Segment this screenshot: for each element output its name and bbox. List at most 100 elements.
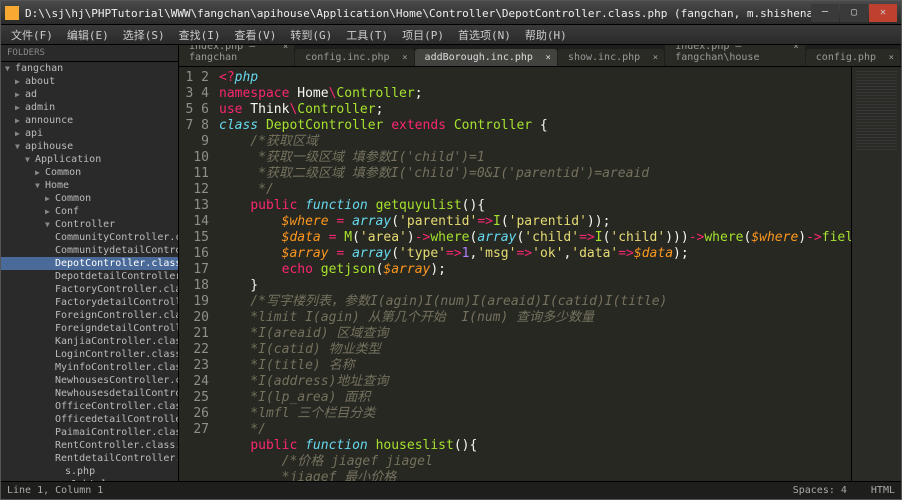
tab-close-icon[interactable]: ×	[889, 53, 894, 63]
tree-item[interactable]: ▶announce	[1, 114, 178, 127]
tree-arrow-icon: ▶	[15, 77, 25, 86]
tree-item[interactable]: ▶ad	[1, 88, 178, 101]
tree-label: CommunitydetailController.class.php	[55, 245, 178, 256]
tree-item[interactable]: ForeigndetailController.class.php	[1, 322, 178, 335]
menu-item[interactable]: 选择(S)	[117, 25, 171, 45]
tab-label: index.php — fangchan\house	[675, 45, 759, 63]
tree-arrow-icon: ▼	[45, 220, 55, 229]
tree-label: announce	[25, 115, 73, 126]
menu-item[interactable]: 项目(P)	[396, 25, 450, 45]
menu-item[interactable]: 编辑(E)	[61, 25, 115, 45]
titlebar: D:\\sj\hj\PHPTutorial\WWW\fangchan\apiho…	[1, 1, 901, 25]
tree-item[interactable]: RentdetailController.class.php	[1, 452, 178, 465]
tree-arrow-icon: ▼	[25, 155, 35, 164]
tree-label: Common	[55, 193, 91, 204]
tree-item[interactable]: ForeignController.class.php	[1, 309, 178, 322]
tree-label: MyinfoController.class.php	[55, 362, 178, 373]
tree-label: DepotdetailController.class.php	[55, 271, 178, 282]
tree-item[interactable]: DepotdetailController.class.php	[1, 270, 178, 283]
tab-label: config.php	[816, 52, 876, 63]
minimap[interactable]	[851, 67, 901, 481]
tree-item[interactable]: CommunityController.class.php	[1, 231, 178, 244]
tree-arrow-icon: ▶	[45, 207, 55, 216]
tree-label: fangchan	[15, 63, 63, 74]
tab-close-icon[interactable]: ×	[283, 45, 288, 52]
menu-item[interactable]: 帮助(H)	[519, 25, 573, 45]
editor-tab[interactable]: index.php — fangchan ×	[179, 45, 294, 66]
tree-item[interactable]: ▼Home	[1, 179, 178, 192]
tree-arrow-icon: ▼	[5, 64, 15, 73]
tree-label: FactoryController.class.php	[55, 284, 178, 295]
status-syntax[interactable]: HTML	[871, 485, 895, 496]
tree-item[interactable]: ▶Common	[1, 192, 178, 205]
tree-arrow-icon: ▶	[15, 90, 25, 99]
menu-item[interactable]: 查找(I)	[173, 25, 227, 45]
tab-bar: index.php — fangchan×config.inc.php×addB…	[179, 45, 901, 67]
tab-close-icon[interactable]: ×	[653, 53, 658, 63]
tree-item[interactable]: NewhousesController.class.php	[1, 374, 178, 387]
tree-label: LoginController.class.php	[55, 349, 178, 360]
tree-item[interactable]: ▶about	[1, 75, 178, 88]
tree-item[interactable]: MyinfoController.class.php	[1, 361, 178, 374]
menu-item[interactable]: 转到(G)	[284, 25, 338, 45]
tab-label: addBorough.inc.php	[425, 52, 533, 63]
tree-item[interactable]: FactoryController.class.php	[1, 283, 178, 296]
tree-label: RentController.class.php	[55, 440, 178, 451]
editor-tab[interactable]: config.inc.php ×	[295, 49, 413, 66]
tree-label: about	[25, 76, 55, 87]
tree-item[interactable]: OfficedetailController.class.php	[1, 413, 178, 426]
tree-label: RentdetailController.class.php	[55, 453, 178, 464]
menu-item[interactable]: 工具(T)	[340, 25, 394, 45]
tree-item[interactable]: KanjiaController.class.php	[1, 335, 178, 348]
tree-item[interactable]: ▶api	[1, 127, 178, 140]
tab-label: config.inc.php	[305, 52, 389, 63]
tab-close-icon[interactable]: ×	[546, 53, 551, 63]
status-indent[interactable]: Spaces: 4	[793, 485, 847, 496]
tree-arrow-icon: ▶	[35, 168, 45, 177]
editor-tab[interactable]: index.php — fangchan\house ×	[665, 45, 805, 66]
menu-item[interactable]: 文件(F)	[5, 25, 59, 45]
tree-item[interactable]: ▼fangchan	[1, 62, 178, 75]
tree-item[interactable]: ▶Common	[1, 166, 178, 179]
tree-item[interactable]: NewhousesdetailController.class.php	[1, 387, 178, 400]
menubar: 文件(F)编辑(E)选择(S)查找(I)查看(V)转到(G)工具(T)项目(P)…	[1, 25, 901, 45]
tree-label: DepotController.class.php	[55, 258, 178, 269]
tree-arrow-icon: ▼	[35, 181, 45, 190]
tree-label: apihouse	[25, 141, 73, 152]
editor-tab[interactable]: show.inc.php ×	[558, 49, 664, 66]
tree-item[interactable]: RentController.class.php	[1, 439, 178, 452]
tree-arrow-icon: ▶	[15, 129, 25, 138]
tree-item[interactable]: ▶Conf	[1, 205, 178, 218]
tree-label: KanjiaController.class.php	[55, 336, 178, 347]
tree-item[interactable]: ▼apihouse	[1, 140, 178, 153]
tree-item[interactable]: PaimaiController.class.php	[1, 426, 178, 439]
line-gutter: 1 2 3 4 5 6 7 8 9 10 11 12 13 14 15 16 1…	[179, 67, 219, 481]
tree-item[interactable]: CommunitydetailController.class.php	[1, 244, 178, 257]
close-button[interactable]: ✕	[869, 4, 897, 22]
maximize-button[interactable]: ▢	[840, 4, 868, 22]
menu-item[interactable]: 首选项(N)	[452, 25, 517, 45]
tree-item[interactable]: DepotController.class.php	[1, 257, 178, 270]
tree-item[interactable]: OfficeController.class.php	[1, 400, 178, 413]
tab-label: show.inc.php	[568, 52, 640, 63]
minimize-button[interactable]: ─	[811, 4, 839, 22]
tree-item[interactable]: ▼Controller	[1, 218, 178, 231]
tree-item[interactable]: FactorydetailController.class.php	[1, 296, 178, 309]
tree-item[interactable]: s.php	[1, 465, 178, 478]
file-tree[interactable]: ▼fangchan▶about▶ad▶admin▶announce▶api▼ap…	[1, 62, 178, 481]
tab-close-icon[interactable]: ×	[402, 53, 407, 63]
editor-tab[interactable]: config.php ×	[806, 49, 900, 66]
tree-label: Home	[45, 180, 69, 191]
editor-tab[interactable]: addBorough.inc.php ×	[415, 49, 557, 66]
tab-close-icon[interactable]: ×	[793, 45, 798, 52]
tree-item[interactable]: LoginController.class.php	[1, 348, 178, 361]
menu-item[interactable]: 查看(V)	[229, 25, 283, 45]
tab-label: index.php — fangchan	[189, 45, 255, 63]
tree-label: Controller	[55, 219, 115, 230]
tree-item[interactable]: ▼Application	[1, 153, 178, 166]
tree-label: OfficeController.class.php	[55, 401, 178, 412]
code-editor[interactable]: <?phpnamespace Home\Controller;use Think…	[219, 67, 851, 481]
tree-item[interactable]: ▶admin	[1, 101, 178, 114]
status-cursor[interactable]: Line 1, Column 1	[7, 485, 769, 496]
tree-label: NewhousesdetailController.class.php	[55, 388, 178, 399]
